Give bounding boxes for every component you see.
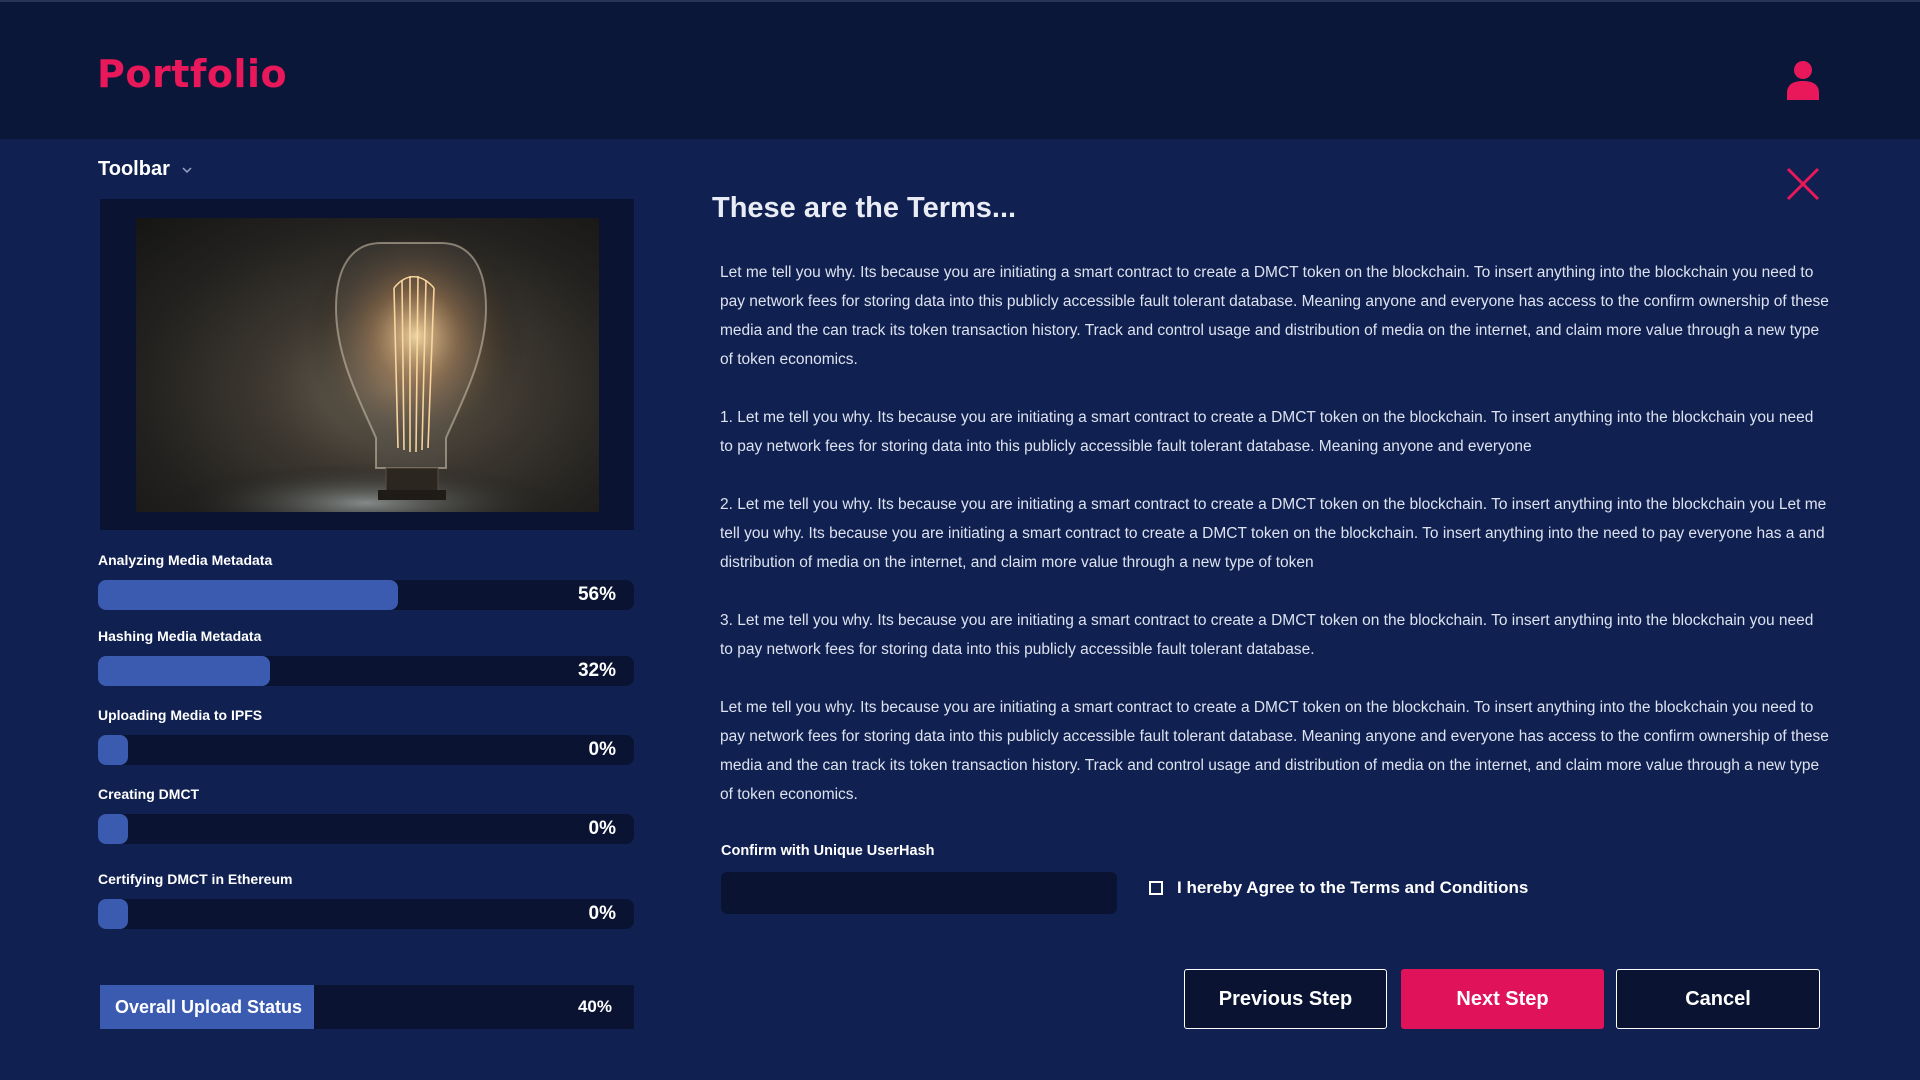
progress-track: 0% <box>98 899 634 929</box>
progress-label: Certifying DMCT in Ethereum <box>98 871 293 887</box>
cancel-button[interactable]: Cancel <box>1616 969 1820 1029</box>
terms-paragraph: 1. Let me tell you why. Its because you … <box>720 409 1814 455</box>
progress-fill <box>98 814 128 844</box>
overall-upload-status: Overall Upload Status 40% <box>100 985 634 1029</box>
light-bulb-icon <box>166 228 566 512</box>
terms-paragraph: 3. Let me tell you why. Its because you … <box>720 612 1814 658</box>
terms-paragraph: Let me tell you why. Its because you are… <box>720 699 1829 803</box>
progress-item: Uploading Media to IPFS 0% <box>98 707 634 765</box>
terms-text: Let me tell you why. Its because you are… <box>720 258 1830 838</box>
close-icon[interactable] <box>1786 167 1820 201</box>
progress-track: 56% <box>98 580 634 610</box>
overall-percent: 40% <box>577 997 612 1016</box>
userhash-input[interactable] <box>721 872 1117 914</box>
chevron-down-icon <box>182 166 192 173</box>
terms-paragraph: Let me tell you why. Its because you are… <box>720 264 1829 368</box>
progress-fill <box>98 580 399 610</box>
progress-item: Certifying DMCT in Ethereum 0% <box>98 871 634 929</box>
progress-label: Creating DMCT <box>98 786 200 802</box>
progress-fill <box>98 899 128 929</box>
agree-terms-checkbox[interactable]: I hereby Agree to the Terms and Conditio… <box>1149 878 1528 898</box>
toolbar-dropdown[interactable]: Toolbar <box>98 158 194 181</box>
media-image <box>136 218 599 512</box>
progress-percent: 0% <box>588 903 616 924</box>
progress-track: 0% <box>98 735 634 765</box>
progress-label: Hashing Media Metadata <box>98 628 262 644</box>
progress-percent: 0% <box>588 818 616 839</box>
top-bar: Portfolio <box>0 0 1920 139</box>
toolbar-label: Toolbar <box>98 158 170 180</box>
progress-track: 32% <box>98 656 634 686</box>
progress-label: Uploading Media to IPFS <box>98 707 263 723</box>
progress-fill <box>98 656 270 686</box>
agree-terms-label: I hereby Agree to the Terms and Conditio… <box>1177 878 1529 897</box>
progress-percent: 56% <box>577 584 616 605</box>
terms-paragraph: 2. Let me tell you why. Its because you … <box>720 496 1827 571</box>
overall-label: Overall Upload Status <box>115 997 303 1017</box>
progress-item: Creating DMCT 0% <box>98 786 634 844</box>
user-icon[interactable] <box>1786 60 1820 100</box>
progress-item: Analyzing Media Metadata 56% <box>98 552 634 610</box>
progress-percent: 0% <box>588 739 616 760</box>
app-logo[interactable]: Portfolio <box>97 52 287 96</box>
progress-percent: 32% <box>577 660 616 681</box>
terms-title: These are the Terms... <box>712 192 1017 224</box>
progress-track: 0% <box>98 814 634 844</box>
checkbox-icon[interactable] <box>1149 881 1163 895</box>
next-step-button[interactable]: Next Step <box>1401 969 1604 1029</box>
userhash-label: Confirm with Unique UserHash <box>721 843 935 859</box>
progress-fill <box>98 735 128 765</box>
previous-step-button[interactable]: Previous Step <box>1184 969 1387 1029</box>
media-preview <box>100 199 634 530</box>
progress-item: Hashing Media Metadata 32% <box>98 628 634 686</box>
progress-label: Analyzing Media Metadata <box>98 552 273 568</box>
